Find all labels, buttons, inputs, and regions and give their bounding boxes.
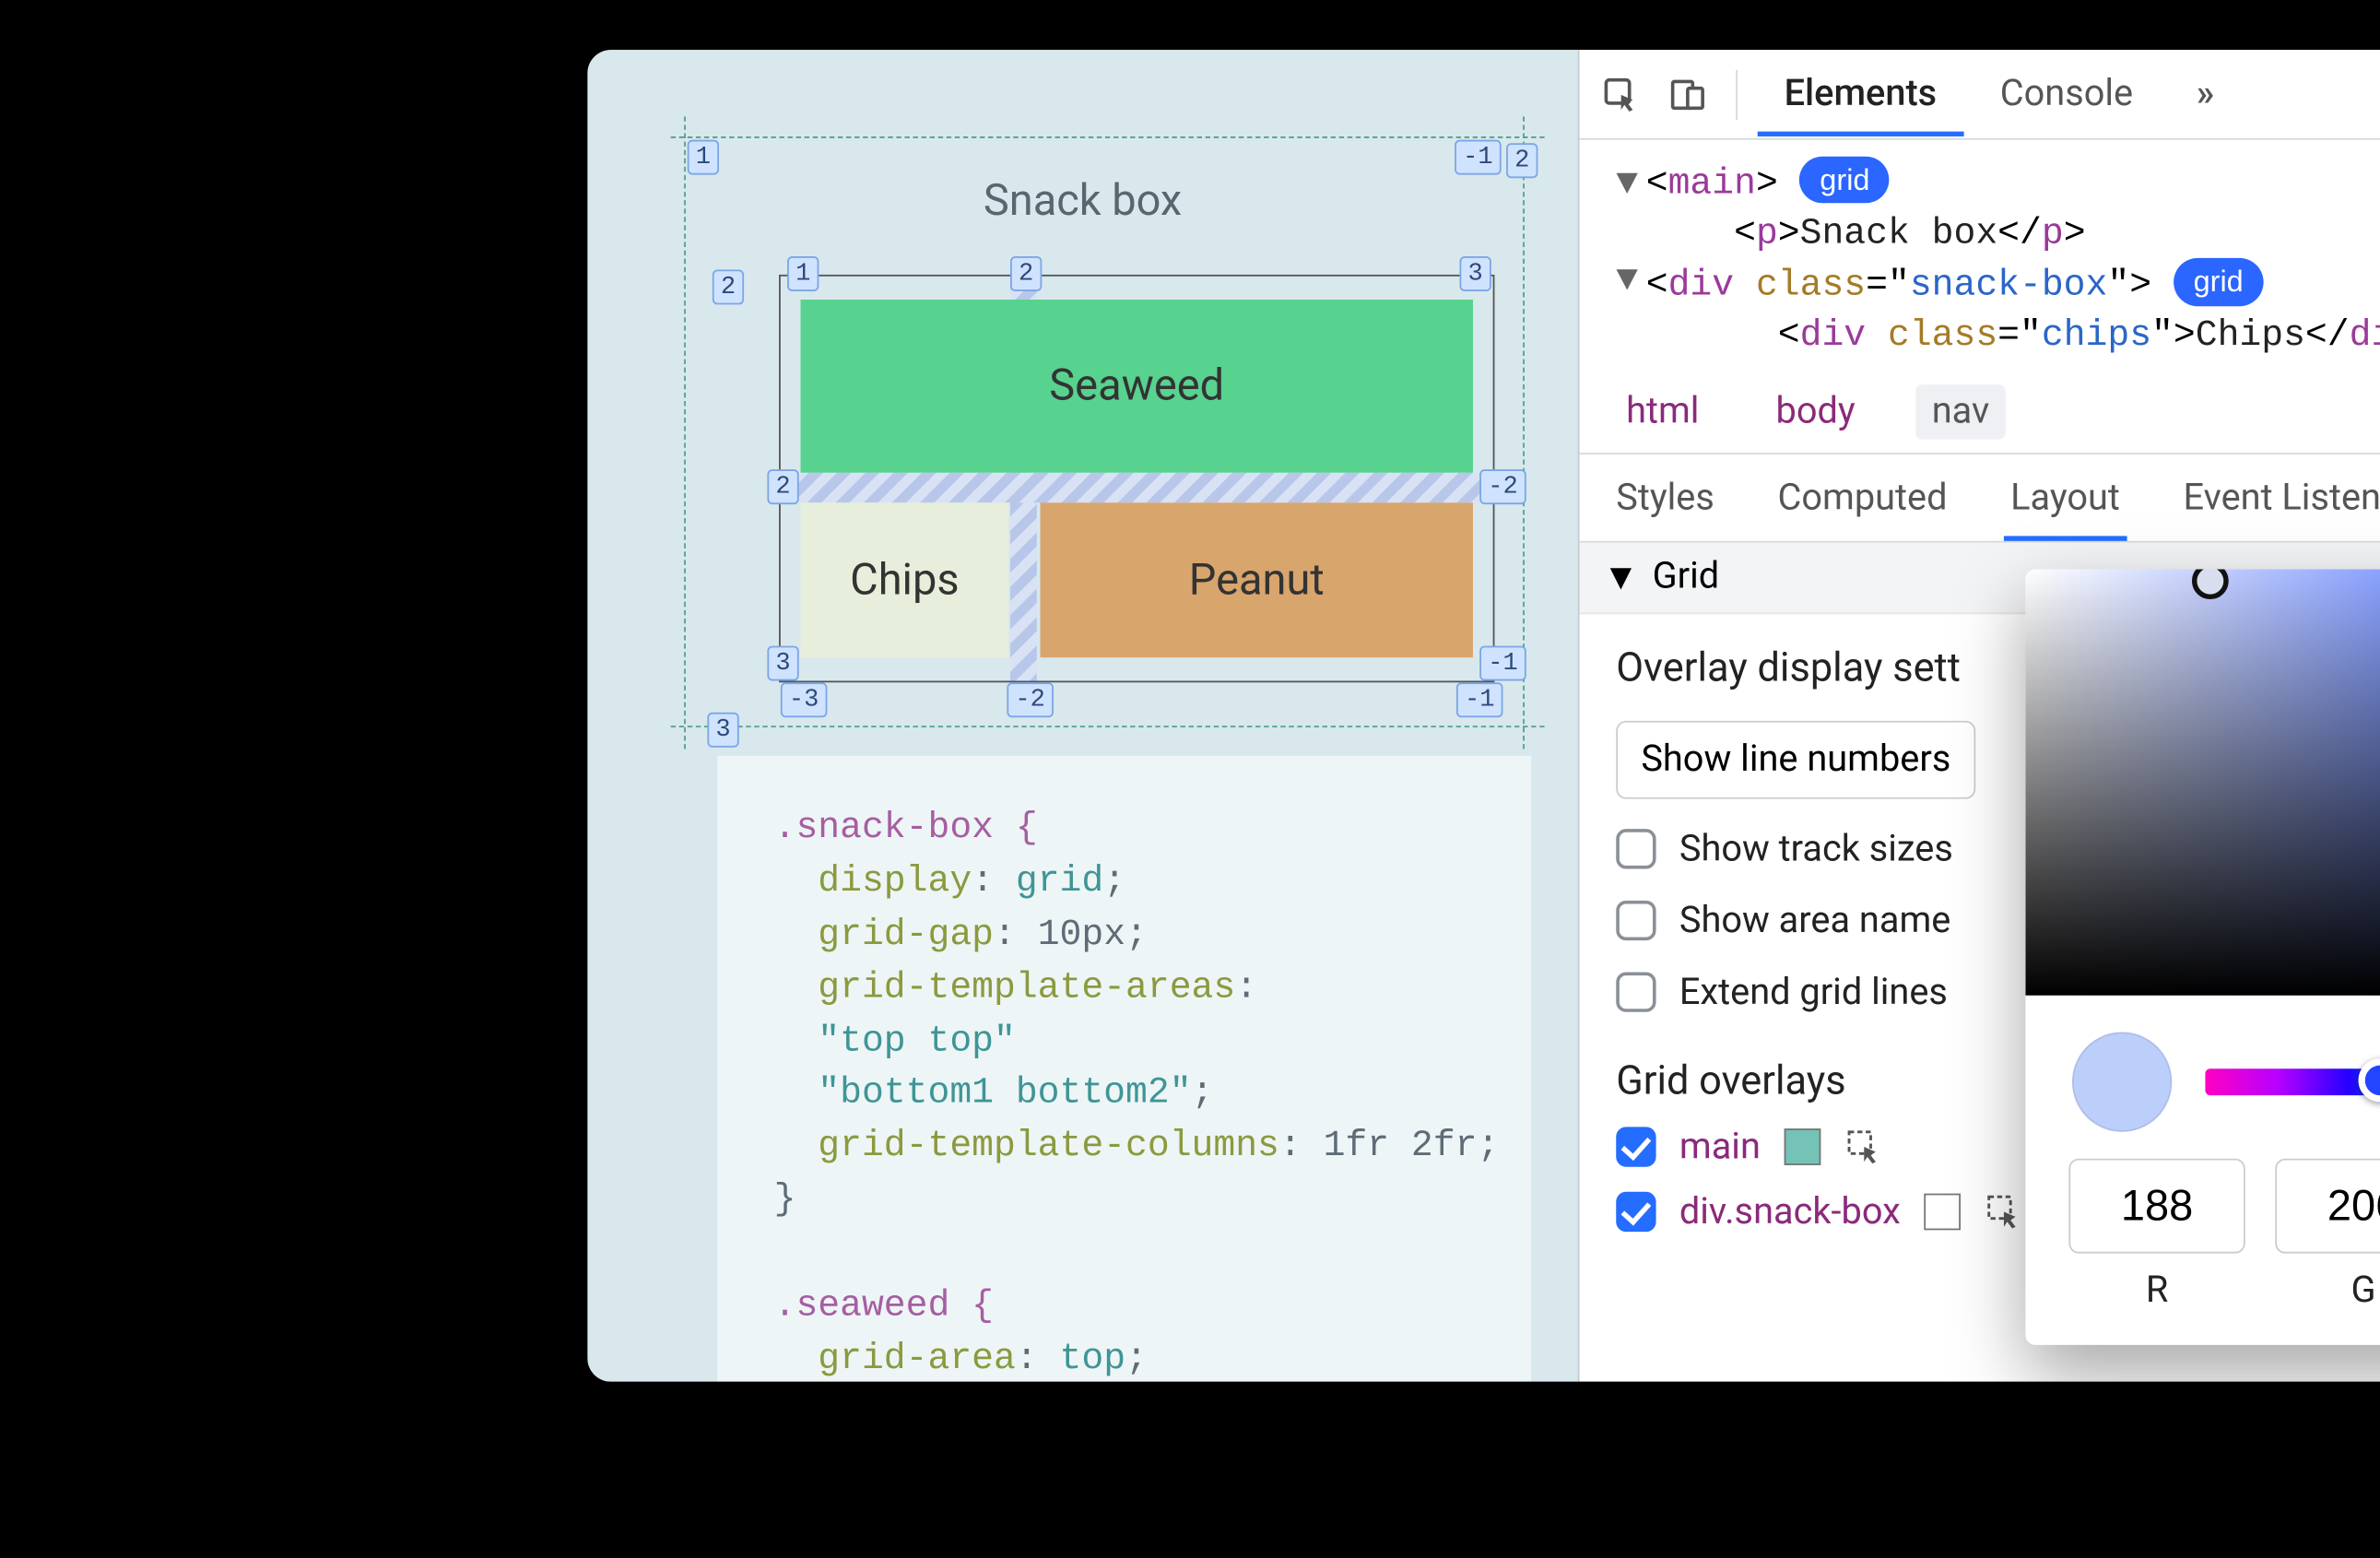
- grid-line-badge: -1: [1455, 140, 1502, 175]
- devtools-panel: Elements Console » 1 ▼ <main> grid <p>Sn…: [1580, 50, 2380, 1381]
- grid-line-badge: 3: [767, 646, 798, 681]
- css-code-block: .snack-box { display: grid; grid-gap: 10…: [717, 756, 1531, 1382]
- subtab-layout[interactable]: Layout: [2004, 454, 2127, 540]
- snack-box-grid: Seaweed Chips Peanut: [779, 275, 1494, 682]
- color-preview-swatch[interactable]: [2072, 1032, 2172, 1131]
- overlay-checkbox[interactable]: [1616, 1192, 1655, 1232]
- checkbox-area-names[interactable]: [1616, 901, 1655, 940]
- devtools-toolbar: Elements Console » 1: [1580, 50, 2380, 140]
- tab-elements[interactable]: Elements: [1758, 53, 1963, 136]
- grid-badge-pill[interactable]: grid: [1800, 157, 1891, 204]
- subtab-event-listeners[interactable]: Event Listeners: [2176, 454, 2380, 540]
- highlight-icon[interactable]: [1984, 1192, 2023, 1232]
- grid-line-badge: -2: [1007, 682, 1054, 717]
- breadcrumb: html body nav: [1580, 371, 2380, 454]
- overlay-color-swatch[interactable]: [1924, 1194, 1961, 1231]
- grid-line-badge: 1: [787, 256, 819, 291]
- grid-line-badge: -1: [1456, 682, 1503, 717]
- hue-slider[interactable]: [2205, 1068, 2380, 1095]
- grid-cell-peanut: Peanut: [1041, 502, 1473, 657]
- grid-line-badge: 2: [767, 469, 798, 504]
- hue-handle[interactable]: [2359, 1058, 2380, 1102]
- dom-tree[interactable]: ▼ <main> grid <p>Snack box</p> ▼ <div cl…: [1580, 140, 2380, 372]
- grid-line-badge: 2: [713, 270, 744, 305]
- grid-line-badge: 1: [688, 140, 719, 175]
- styles-subtabs: Styles Computed Layout Event Listeners »: [1580, 454, 2380, 542]
- tab-console[interactable]: Console: [1974, 53, 2160, 136]
- subtab-computed[interactable]: Computed: [1771, 454, 1953, 540]
- highlight-icon[interactable]: [1844, 1127, 1883, 1167]
- rgb-r-label: R: [2068, 1270, 2245, 1312]
- color-picker-saturation[interactable]: [2025, 570, 2380, 996]
- grid-line-badge: -3: [781, 682, 828, 717]
- inspect-icon[interactable]: [1593, 65, 1649, 122]
- color-picker-handle[interactable]: [2192, 570, 2229, 600]
- overlay-name[interactable]: main: [1679, 1127, 1761, 1168]
- grid-cell-chips: Chips: [801, 502, 1009, 657]
- line-numbers-select[interactable]: Show line numbers: [1616, 720, 1975, 798]
- overlay-name[interactable]: div.snack-box: [1679, 1191, 1901, 1233]
- grid-line-badge: -2: [1479, 469, 1526, 504]
- tabs-overflow[interactable]: »: [2170, 53, 2241, 136]
- rgb-r-input[interactable]: [2068, 1159, 2245, 1254]
- rgb-g-label: G: [2275, 1270, 2380, 1312]
- color-picker: R G B ▲▼: [2025, 570, 2380, 1345]
- app-window: 1 -1 2 3 Snack box 2 Seaweed Chips Peanu…: [587, 50, 2380, 1381]
- checkbox-extend-lines[interactable]: [1616, 973, 1655, 1012]
- overlay-checkbox[interactable]: [1616, 1127, 1655, 1167]
- subtab-styles[interactable]: Styles: [1609, 454, 1721, 540]
- grid-cell-seaweed: Seaweed: [801, 300, 1473, 473]
- grid-line-badge: 3: [707, 713, 738, 748]
- page-viewport: 1 -1 2 3 Snack box 2 Seaweed Chips Peanu…: [587, 50, 1579, 1381]
- overlay-color-swatch[interactable]: [1784, 1129, 1820, 1166]
- grid-line-badge: 2: [1506, 143, 1538, 178]
- breadcrumb-item[interactable]: html: [1609, 384, 1716, 440]
- page-title: Snack box: [587, 176, 1577, 226]
- grid-line-badge: 3: [1460, 256, 1491, 291]
- device-toggle-icon[interactable]: [1659, 65, 1715, 122]
- grid-line-badge: 2: [1010, 256, 1042, 291]
- rgb-g-input[interactable]: [2275, 1159, 2380, 1254]
- breadcrumb-item[interactable]: nav: [1915, 384, 2007, 440]
- grid-line-badge: -1: [1479, 646, 1526, 681]
- grid-badge-pill[interactable]: grid: [2174, 259, 2264, 306]
- checkbox-track-sizes[interactable]: [1616, 830, 1655, 869]
- caret-down-icon: ▼: [1603, 556, 1639, 599]
- breadcrumb-item[interactable]: body: [1759, 384, 1871, 440]
